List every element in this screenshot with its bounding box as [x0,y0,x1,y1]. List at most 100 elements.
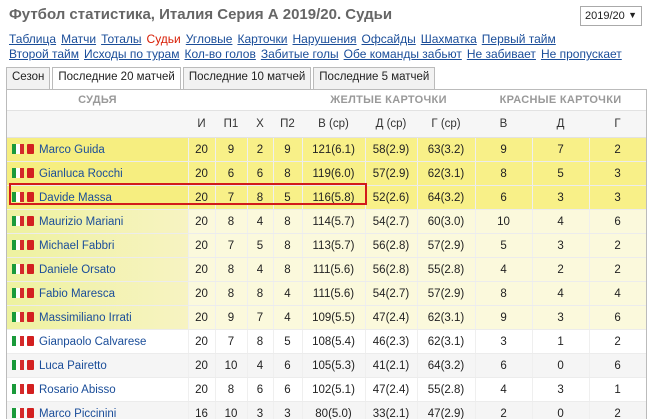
stat-cell-rv: 9 [475,138,532,162]
stat-cell-p1: 8 [215,282,247,306]
stat-cell-yd: 47(2.4) [365,378,417,402]
column-header[interactable]: Х [247,111,273,138]
nav-link[interactable]: Тоталы [101,32,141,46]
stat-cell-x: 7 [247,306,273,330]
column-header[interactable]: И [188,111,215,138]
red-card-icon [27,192,34,202]
column-header[interactable]: В (ср) [302,111,365,138]
referees-table: СУДЬЯ ЖЕЛТЫЕ КАРТОЧКИ КРАСНЫЕ КАРТОЧКИ И… [7,90,647,419]
column-header[interactable]: Д (ср) [365,111,417,138]
column-header[interactable]: П2 [273,111,302,138]
referee-name-link[interactable]: Luca Pairetto [39,360,107,372]
chevron-down-icon: ▼ [628,10,637,20]
stat-cell-yv: 111(5.6) [302,282,365,306]
section-nav-row-2: Второй тайм Исходы по турам Кол-во голов За… [9,47,649,62]
referee-cell: Gianpaolo Calvarese [7,330,188,354]
tab-1[interactable]: Последние 20 матчей [52,67,180,90]
stat-cell-p1: 8 [215,258,247,282]
referee-name-link[interactable]: Rosario Abisso [39,384,116,396]
stat-cell-p2: 8 [273,210,302,234]
stat-cell-rd: 7 [532,138,589,162]
tab-0[interactable]: Сезон [6,67,50,89]
referee-cell: Daniele Orsato [7,258,188,282]
referee-name-link[interactable]: Davide Massa [39,192,112,204]
nav-link[interactable]: Забитые голы [261,47,339,61]
table-row: Daniele Orsato20848111(5.6)56(2.8)55(2.8… [7,258,646,282]
column-header[interactable]: Г (ср) [417,111,475,138]
nav-link[interactable]: Кол-во голов [184,47,255,61]
column-header[interactable]: П1 [215,111,247,138]
stat-cell-x: 5 [247,234,273,258]
nav-link[interactable]: Обе команды забьют [344,47,462,61]
tab-2[interactable]: Последние 10 матчей [183,67,311,89]
stat-cell-p1: 9 [215,306,247,330]
referee-name-link[interactable]: Michael Fabbri [39,240,114,252]
referee-name-link[interactable]: Massimiliano Irrati [39,312,132,324]
column-header[interactable]: В [475,111,532,138]
stat-cell-i: 20 [188,138,215,162]
table-row: Gianpaolo Calvarese20785108(5.4)46(2.3)6… [7,330,646,354]
stat-cell-rg: 6 [589,354,646,378]
referee-cell: Fabio Maresca [7,282,188,306]
table-row: Michael Fabbri20758113(5.7)56(2.8)57(2.9… [7,234,646,258]
nav-link[interactable]: Не забивает [467,47,536,61]
nav-link[interactable]: Не пропускает [541,47,622,61]
stat-cell-p2: 6 [273,378,302,402]
italy-flag-icon [12,336,25,346]
stat-cell-i: 20 [188,162,215,186]
stat-cell-yv: 116(5.8) [302,186,365,210]
stat-cell-rd: 4 [532,282,589,306]
nav-link[interactable]: Шахматка [421,32,477,46]
nav-link[interactable]: Исходы по турам [84,47,179,61]
column-header[interactable]: Д [532,111,589,138]
referee-name-link[interactable]: Fabio Maresca [39,288,115,300]
stat-cell-i: 20 [188,258,215,282]
stat-cell-rd: 3 [532,186,589,210]
column-header[interactable]: Г [589,111,646,138]
stat-cell-yv: 108(5.4) [302,330,365,354]
nav-link[interactable]: Матчи [61,32,96,46]
stat-cell-yd: 54(2.7) [365,210,417,234]
referee-name-link[interactable]: Daniele Orsato [39,264,116,276]
stat-cell-rv: 4 [475,258,532,282]
nav-link[interactable]: Первый тайм [482,32,556,46]
referee-name-link[interactable]: Marco Piccinini [39,408,116,419]
italy-flag-icon [12,168,25,178]
stat-cell-x: 8 [247,330,273,354]
stat-cell-yg: 47(2.9) [417,402,475,419]
referee-cell: Rosario Abisso [7,378,188,402]
nav-link[interactable]: Второй тайм [9,47,79,61]
red-card-icon [27,384,34,394]
stat-cell-yg: 57(2.9) [417,282,475,306]
stat-cell-rv: 6 [475,186,532,210]
referee-name-link[interactable]: Marco Guida [39,144,105,156]
nav-link[interactable]: Карточки [237,32,287,46]
stat-cell-rg: 2 [589,234,646,258]
stat-cell-rv: 3 [475,330,532,354]
nav-link[interactable]: Нарушения [293,32,357,46]
season-select[interactable]: 2019/20 ▼ [580,6,642,26]
stat-cell-yd: 46(2.3) [365,330,417,354]
nav-link[interactable]: Офсайды [362,32,416,46]
stat-cell-yd: 56(2.8) [365,234,417,258]
stat-cell-yd: 41(2.1) [365,354,417,378]
referee-cell: Maurizio Mariani [7,210,188,234]
stat-cell-p2: 4 [273,282,302,306]
referee-name-link[interactable]: Gianluca Rocchi [39,168,123,180]
italy-flag-icon [12,216,25,226]
section-nav-row-1: Таблица Матчи Тоталы Судьи Угловые Карточки На… [9,32,649,47]
red-card-icon [27,288,34,298]
stat-cell-rv: 8 [475,282,532,306]
nav-link[interactable]: Угловые [186,32,233,46]
nav-link[interactable]: Судьи [147,32,181,46]
nav-link[interactable]: Таблица [9,32,56,46]
tab-3[interactable]: Последние 5 матчей [313,67,435,89]
referee-name-link[interactable]: Maurizio Mariani [39,216,123,228]
stat-cell-p2: 9 [273,138,302,162]
italy-flag-icon [12,192,25,202]
stat-cell-yg: 55(2.8) [417,378,475,402]
stat-cell-rg: 2 [589,402,646,419]
referee-name-link[interactable]: Gianpaolo Calvarese [39,336,146,348]
stat-cell-rd: 2 [532,258,589,282]
table-row: Rosario Abisso20866102(5.1)47(2.4)55(2.8… [7,378,646,402]
